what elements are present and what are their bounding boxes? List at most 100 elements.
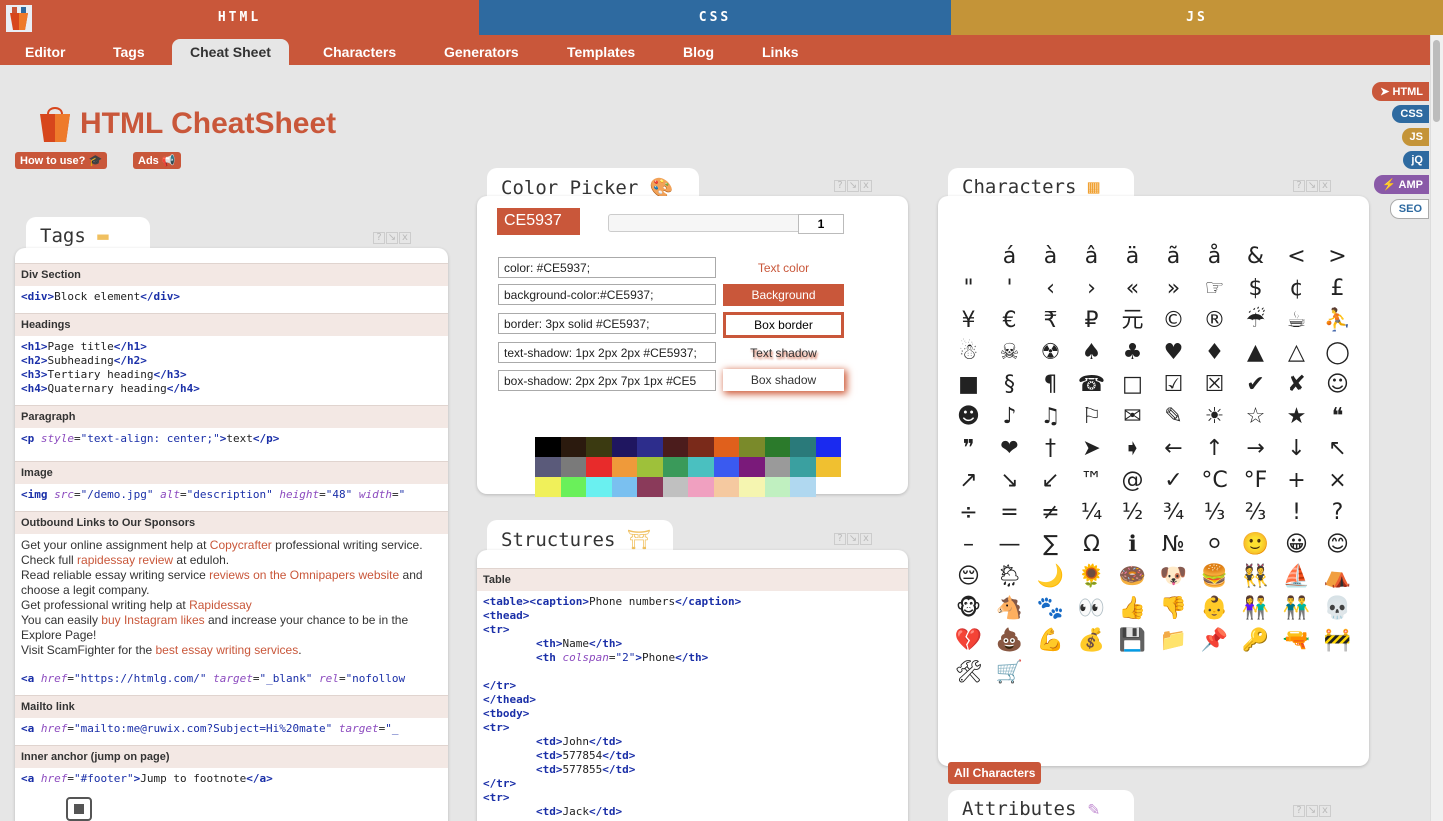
character-cell[interactable]: ☆ — [1235, 401, 1276, 433]
nav-links[interactable]: Links — [762, 44, 799, 60]
character-cell[interactable]: ↓ — [1276, 433, 1317, 465]
character-cell[interactable]: á — [989, 241, 1030, 273]
character-cell[interactable]: ⛺ — [1317, 561, 1358, 593]
character-cell[interactable]: 🐴 — [989, 593, 1030, 625]
character-cell[interactable]: 👍 — [1112, 593, 1153, 625]
color-swatch[interactable] — [713, 437, 739, 457]
character-cell[interactable]: ✎ — [1153, 401, 1194, 433]
character-cell[interactable]: ♥ — [1153, 337, 1194, 369]
color-swatch[interactable] — [739, 457, 765, 477]
character-cell[interactable]: △ — [1276, 337, 1317, 369]
minimize-icon[interactable]: ↘ — [1306, 805, 1318, 817]
character-cell[interactable]: ∑ — [1030, 529, 1071, 561]
character-cell[interactable]: 🍩 — [1112, 561, 1153, 593]
color-swatch[interactable] — [611, 457, 637, 477]
character-cell[interactable]: 🛒 — [989, 657, 1030, 689]
border-code-field[interactable]: border: 3px solid #CE5937; — [498, 313, 716, 334]
character-cell[interactable]: 💀 — [1317, 593, 1358, 625]
side-tab-seo[interactable]: SEO — [1389, 199, 1429, 219]
character-cell[interactable]: ⛵ — [1276, 561, 1317, 593]
character-cell[interactable]: ® — [1194, 305, 1235, 337]
text-shadow-code-field[interactable]: text-shadow: 1px 2px 2px #CE5937; — [498, 342, 716, 363]
character-cell[interactable]: ♣ — [1112, 337, 1153, 369]
code-block-mailto[interactable]: <a href="mailto:me@ruwix.com?Subject=Hi%… — [15, 718, 448, 745]
color-swatch[interactable] — [790, 437, 816, 457]
help-icon[interactable]: ? — [834, 533, 846, 545]
character-cell[interactable]: Ω — [1071, 529, 1112, 561]
close-icon[interactable]: x — [860, 180, 872, 192]
help-icon[interactable]: ? — [373, 232, 385, 244]
help-icon[interactable]: ? — [1293, 180, 1305, 192]
character-cell[interactable]: ♫ — [1030, 401, 1071, 433]
color-swatch[interactable] — [790, 457, 816, 477]
character-cell[interactable]: ÷ — [948, 497, 989, 529]
character-cell[interactable]: > — [1317, 241, 1358, 273]
color-swatch[interactable] — [739, 477, 765, 497]
character-cell[interactable]: ↑ — [1194, 433, 1235, 465]
close-icon[interactable]: x — [399, 232, 411, 244]
character-cell[interactable]: 🔫 — [1276, 625, 1317, 657]
all-characters-button[interactable]: All Characters — [948, 762, 1042, 784]
close-icon[interactable]: x — [1319, 180, 1331, 192]
page-scrollbar-thumb[interactable] — [1433, 40, 1440, 122]
sponsor-link[interactable]: rapidessay review — [77, 553, 173, 567]
character-cell[interactable]: 📌 — [1194, 625, 1235, 657]
character-cell[interactable]: ✓ — [1153, 465, 1194, 497]
character-cell[interactable]: 👬 — [1276, 593, 1317, 625]
color-swatch[interactable] — [764, 457, 790, 477]
sponsor-link[interactable]: buy Instagram likes — [101, 613, 204, 627]
character-cell[interactable]: & — [1235, 241, 1276, 273]
box-shadow-code-field[interactable]: box-shadow: 2px 2px 7px 1px #CE5 — [498, 370, 716, 391]
character-cell[interactable]: › — [1071, 273, 1112, 305]
nav-generators[interactable]: Generators — [444, 44, 519, 60]
nav-characters[interactable]: Characters — [323, 44, 396, 60]
character-cell[interactable]: ? — [1317, 497, 1358, 529]
character-cell[interactable]: ‹ — [1030, 273, 1071, 305]
section-js[interactable]: JS — [951, 0, 1443, 35]
character-cell[interactable]: $ — [1235, 273, 1276, 305]
character-cell[interactable]: ☑ — [1153, 369, 1194, 401]
nav-cheat-sheet[interactable]: Cheat Sheet — [172, 39, 289, 65]
character-cell[interactable]: ₽ — [1071, 305, 1112, 337]
character-cell[interactable]: × — [1317, 465, 1358, 497]
color-swatch[interactable] — [637, 477, 663, 497]
character-cell[interactable]: ¢ — [1276, 273, 1317, 305]
character-cell[interactable]: ☻ — [948, 401, 989, 433]
code-block-anchor[interactable]: <a href="#footer">Jump to footnote</a> — [15, 768, 448, 795]
color-swatch[interactable] — [611, 477, 637, 497]
section-css[interactable]: CSS — [479, 0, 951, 35]
character-cell[interactable]: ☎ — [1071, 369, 1112, 401]
character-cell[interactable]: ℹ — [1112, 529, 1153, 561]
site-logo-icon[interactable] — [6, 5, 32, 32]
character-cell[interactable]: ₹ — [1030, 305, 1071, 337]
character-cell[interactable]: ☔ — [1235, 305, 1276, 337]
character-cell[interactable]: ★ — [1276, 401, 1317, 433]
character-cell[interactable]: °F — [1235, 465, 1276, 497]
character-cell[interactable]: ❝ — [1317, 401, 1358, 433]
code-block-div[interactable]: <div>Block element</div> — [15, 286, 448, 313]
character-cell[interactable]: 🌦 — [989, 561, 1030, 593]
character-cell[interactable]: □ — [1112, 369, 1153, 401]
character-cell[interactable]: ♪ — [989, 401, 1030, 433]
color-swatch[interactable] — [535, 457, 561, 477]
character-cell[interactable]: â — [1071, 241, 1112, 273]
character-cell[interactable]: ™ — [1071, 465, 1112, 497]
code-block-headings[interactable]: <h1>Page title</h1> <h2>Subheading</h2> … — [15, 336, 448, 405]
side-tab-html[interactable]: ➤ HTML — [1372, 82, 1429, 101]
character-cell[interactable]: 😊 — [1317, 529, 1358, 561]
character-cell[interactable]: ' — [989, 273, 1030, 305]
code-block-table[interactable]: <table><caption>Phone numbers</caption> … — [477, 591, 908, 821]
character-cell[interactable]: ä — [1112, 241, 1153, 273]
color-swatch[interactable] — [637, 457, 663, 477]
color-swatch[interactable] — [560, 477, 586, 497]
color-swatch[interactable] — [764, 477, 790, 497]
color-swatch[interactable] — [688, 457, 714, 477]
character-cell[interactable]: ➤ — [1071, 433, 1112, 465]
character-cell[interactable]: ½ — [1112, 497, 1153, 529]
color-swatch[interactable] — [815, 457, 841, 477]
character-cell[interactable]: 💩 — [989, 625, 1030, 657]
color-swatch[interactable] — [662, 437, 688, 457]
help-icon[interactable]: ? — [834, 180, 846, 192]
background-code-field[interactable]: background-color:#CE5937; — [498, 284, 716, 305]
side-tab-jquery[interactable]: jQ — [1403, 151, 1429, 169]
